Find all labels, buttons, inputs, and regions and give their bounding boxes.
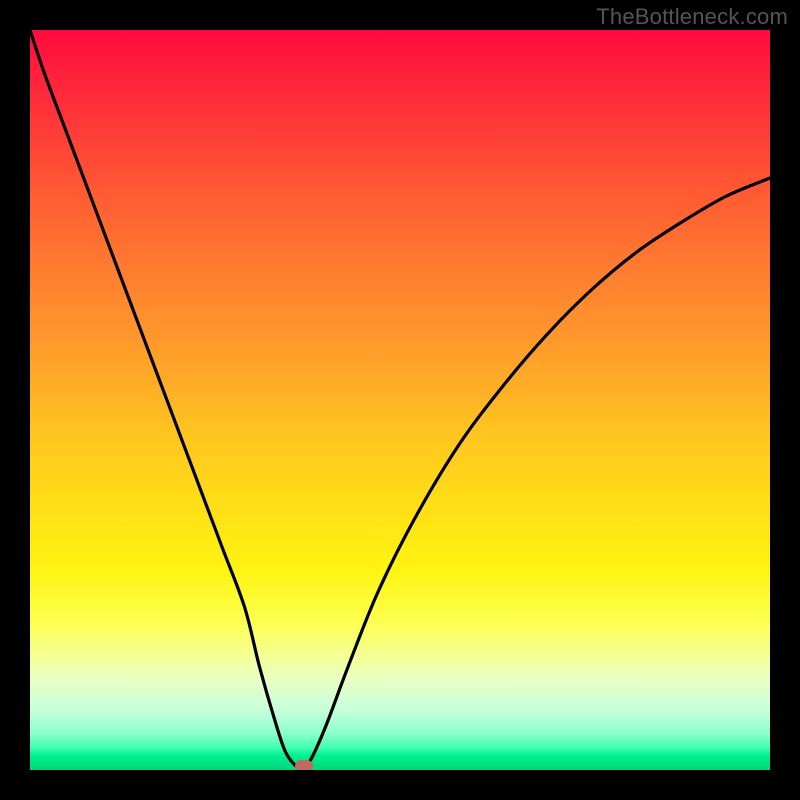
bottleneck-curve	[30, 30, 770, 769]
minimum-marker	[295, 760, 313, 770]
curve-svg	[30, 30, 770, 770]
watermark: TheBottleneck.com	[596, 4, 788, 30]
chart-frame: TheBottleneck.com	[0, 0, 800, 800]
plot-area	[30, 30, 770, 770]
